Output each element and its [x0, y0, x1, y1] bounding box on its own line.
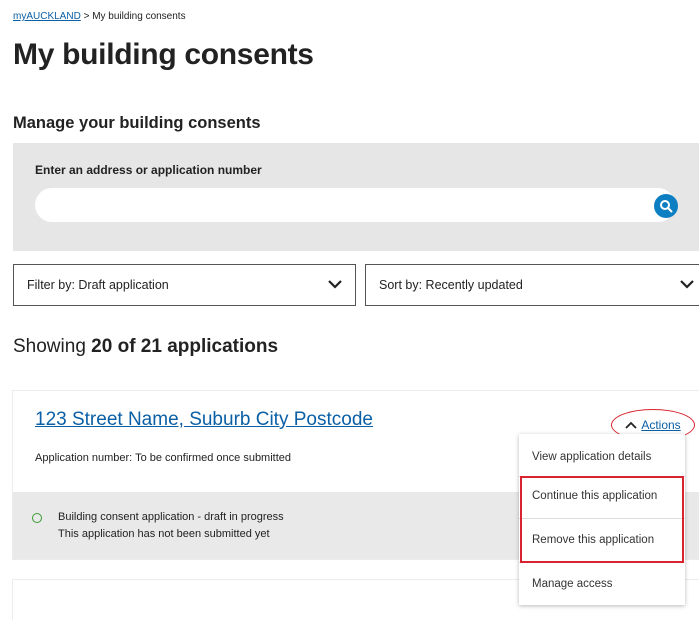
search-icon	[660, 200, 673, 213]
status-title: Building consent application - draft in …	[58, 511, 284, 523]
filter-label: Filter by: Draft application	[27, 278, 169, 292]
search-input[interactable]	[35, 188, 675, 222]
breadcrumb-separator: >	[83, 11, 90, 22]
section-title: Manage your building consents	[13, 114, 261, 132]
filter-dropdown[interactable]: Filter by: Draft application	[13, 264, 356, 306]
status-circle-icon	[32, 513, 42, 523]
results-number: 20 of 21 applications	[91, 336, 279, 357]
results-prefix: Showing	[13, 336, 86, 357]
chevron-up-icon	[625, 421, 637, 429]
breadcrumb: myAUCKLAND > My building consents	[13, 11, 186, 22]
highlight-annotation	[520, 476, 684, 563]
search-label: Enter an address or application number	[35, 163, 262, 177]
breadcrumb-home-link[interactable]: myAUCKLAND	[13, 11, 81, 22]
menu-item-view-details[interactable]: View application details	[519, 451, 685, 463]
sort-label: Sort by: Recently updated	[379, 278, 523, 292]
application-number: Application number: To be confirmed once…	[35, 452, 291, 464]
search-button[interactable]	[654, 194, 678, 218]
application-number-value: To be confirmed once submitted	[135, 452, 292, 464]
application-address-link[interactable]: 123 Street Name, Suburb City Postcode	[35, 409, 373, 431]
page-title: My building consents	[13, 38, 314, 71]
status-subtitle: This application has not been submitted …	[58, 528, 270, 540]
application-number-label: Application number:	[35, 452, 133, 464]
chevron-down-icon	[328, 280, 342, 289]
breadcrumb-current: My building consents	[92, 11, 186, 22]
menu-item-manage-access[interactable]: Manage access	[519, 578, 685, 590]
results-count: Showing 20 of 21 applications	[13, 336, 278, 358]
chevron-down-icon	[680, 280, 694, 289]
search-panel: Enter an address or application number	[13, 143, 699, 251]
actions-label: Actions	[641, 418, 681, 432]
sort-dropdown[interactable]: Sort by: Recently updated	[365, 264, 699, 306]
